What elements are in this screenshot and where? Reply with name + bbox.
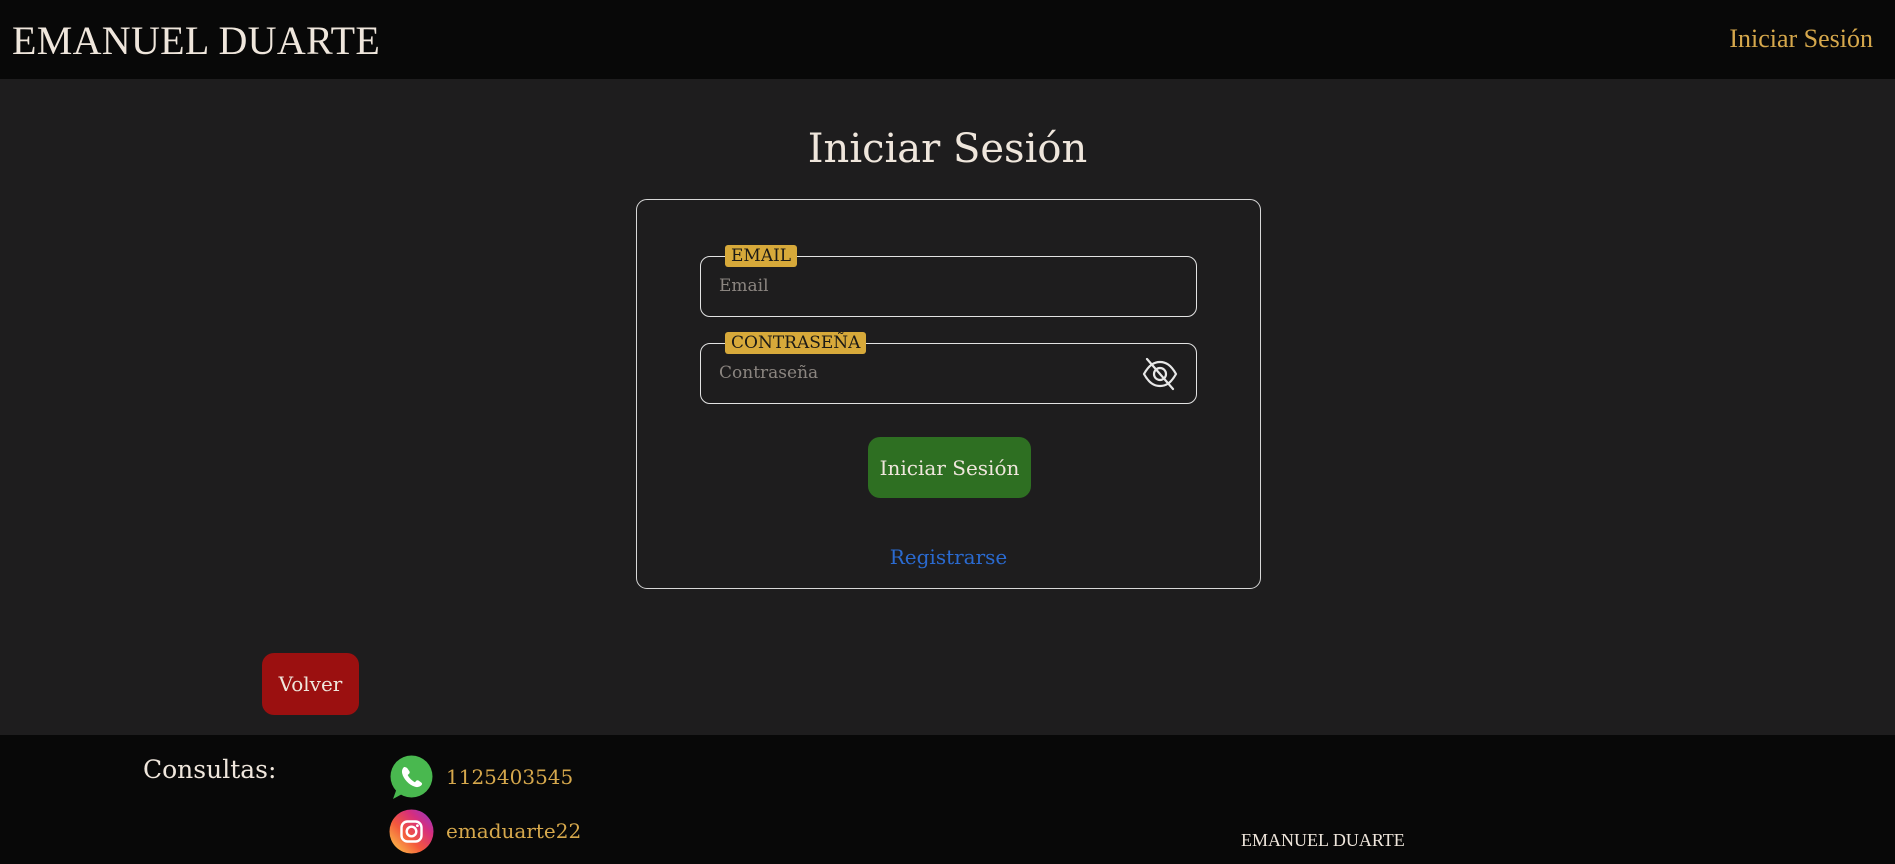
page-title: Iniciar Sesión: [807, 126, 1088, 172]
footer-brand: EMANUEL DUARTE: [1241, 830, 1405, 850]
back-button[interactable]: Volver: [262, 653, 359, 715]
login-form: EMAIL CONTRASEÑA Iniciar Sesión Registra…: [636, 199, 1261, 589]
password-input[interactable]: [719, 358, 1149, 388]
consultas-label: Consultas:: [143, 755, 277, 784]
instagram-icon: [389, 809, 434, 853]
password-label: CONTRASEÑA: [725, 332, 867, 354]
navbar: EMANUEL DUARTE Iniciar Sesión: [0, 0, 1895, 79]
brand-title[interactable]: EMANUEL DUARTE: [12, 17, 380, 64]
whatsapp-icon: [390, 755, 433, 799]
email-field: EMAIL: [700, 245, 1197, 317]
footer: Consultas: 1125403545 emaduarte22 EMANUE…: [0, 735, 1895, 864]
nav-login-link[interactable]: Iniciar Sesión: [1729, 24, 1873, 54]
whatsapp-contact[interactable]: 1125403545: [389, 754, 573, 800]
email-label: EMAIL: [725, 245, 798, 267]
instagram-contact[interactable]: emaduarte22: [389, 808, 581, 854]
password-field: CONTRASEÑA: [700, 332, 1197, 404]
login-button[interactable]: Iniciar Sesión: [868, 437, 1031, 498]
email-input[interactable]: [719, 271, 1149, 301]
register-link[interactable]: Registrarse: [637, 545, 1260, 569]
instagram-handle[interactable]: emaduarte22: [446, 819, 581, 843]
whatsapp-number[interactable]: 1125403545: [446, 765, 573, 789]
eye-slash-icon[interactable]: [1142, 357, 1178, 391]
